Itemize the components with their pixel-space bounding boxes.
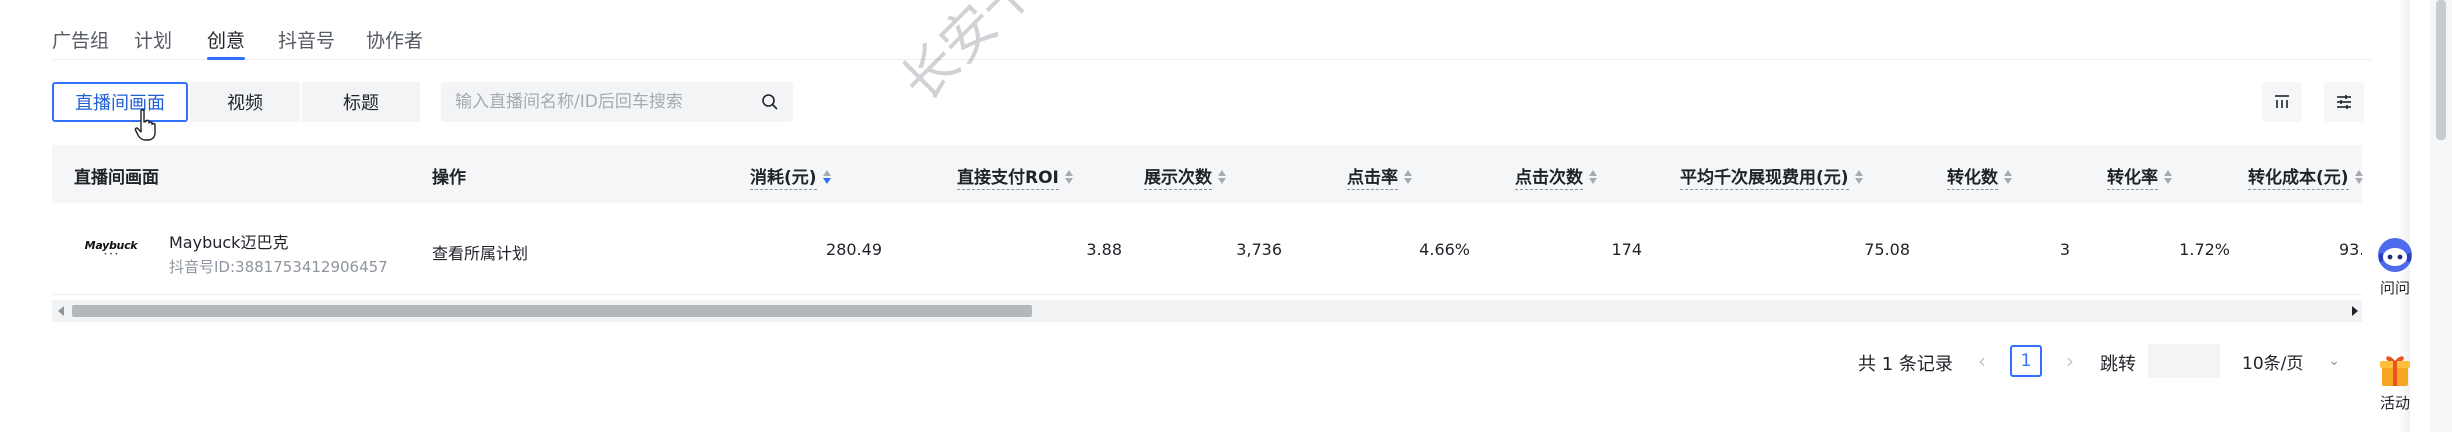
table-header: 直播间画面 操作 消耗(元) 直接支付ROI 展示次数 点击率 点击次数 平均千… <box>52 145 2363 203</box>
sort-icon[interactable] <box>1218 169 1226 184</box>
col-ctr[interactable]: 点击率 <box>1347 163 1412 190</box>
tab-bar: 广告组 计划 创意 抖音号 协作者 <box>52 0 2372 60</box>
col-cpm[interactable]: 平均千次展现费用(元) <box>1680 163 1863 190</box>
brand-logo: Maybuck • • • <box>84 239 138 258</box>
sort-icon[interactable] <box>2004 169 2012 184</box>
filter-settings-icon <box>2337 95 2351 109</box>
scroll-right-icon[interactable] <box>2352 306 2358 316</box>
scrollbar-thumb[interactable] <box>72 305 1032 317</box>
col-cpa[interactable]: 转化成本(元) <box>2248 163 2363 190</box>
cell-ctr: 4.66% <box>1419 240 1470 259</box>
sort-icon[interactable] <box>1064 169 1073 184</box>
gift-icon <box>2380 356 2410 386</box>
segment-video[interactable]: 视频 <box>190 82 300 122</box>
cell-cpm: 75.08 <box>1864 240 1910 259</box>
cell-impressions: 3,736 <box>1236 240 1282 259</box>
page-number[interactable]: 1 <box>2010 345 2042 377</box>
search-input[interactable] <box>455 92 761 112</box>
col-clicks[interactable]: 点击次数 <box>1515 163 1597 190</box>
col-room: 直播间画面 <box>74 168 159 188</box>
total-records: 共 1 条记录 <box>1858 354 1953 375</box>
sort-icon[interactable] <box>2354 169 2363 184</box>
search-box <box>441 82 793 122</box>
jump-label: 跳转 <box>2100 354 2136 375</box>
col-cost[interactable]: 消耗(元) <box>750 163 831 190</box>
activity-button[interactable]: 活动 <box>2370 350 2420 413</box>
prev-page-icon[interactable]: ‹ <box>1966 345 1998 377</box>
account-name: Maybuck迈巴克 <box>169 233 289 252</box>
horizontal-scrollbar[interactable] <box>52 300 2362 322</box>
chevron-down-icon: ⌄ <box>2328 353 2340 369</box>
cell-cvr: 1.72% <box>2179 240 2230 259</box>
column-settings-icon <box>2275 95 2289 108</box>
column-settings-button[interactable] <box>2262 82 2302 122</box>
ask-button[interactable]: 问问 <box>2370 235 2420 298</box>
filter-settings-button[interactable] <box>2324 82 2364 122</box>
tab-ad-group[interactable]: 广告组 <box>52 26 109 53</box>
jump-page-input[interactable] <box>2148 344 2220 378</box>
douyin-id: 抖音号ID:3881753412906457 <box>169 258 388 276</box>
page: 广告组 计划 创意 抖音号 协作者 直播间画面 视频 标题 输入直播间名称/ID… <box>0 0 2452 432</box>
tab-collaborator[interactable]: 协作者 <box>366 26 423 53</box>
cell-cpa: 93.50 <box>2339 240 2362 259</box>
sort-icon[interactable] <box>2164 169 2172 184</box>
cell-roi: 3.88 <box>1086 240 1122 259</box>
cell-cost: 280.49 <box>826 240 882 259</box>
sort-icon[interactable] <box>1854 169 1863 184</box>
segment-title[interactable]: 标题 <box>302 82 420 122</box>
cell-conversions: 3 <box>2059 240 2070 259</box>
table-row: Maybuck • • • Maybuck迈巴克 抖音号ID:388175341… <box>52 203 2362 295</box>
view-plan-link[interactable]: 查看所属计划 <box>432 240 528 264</box>
sort-icon[interactable] <box>822 169 831 184</box>
robot-assistant-icon <box>2378 238 2412 272</box>
search-icon[interactable] <box>761 93 779 111</box>
col-cvr[interactable]: 转化率 <box>2107 163 2172 190</box>
col-roi[interactable]: 直接支付ROI <box>957 163 1073 190</box>
col-conversions[interactable]: 转化数 <box>1947 163 2012 190</box>
vertical-scrollbar[interactable] <box>2430 0 2452 432</box>
scroll-left-icon[interactable] <box>58 306 64 316</box>
tab-creative[interactable]: 创意 <box>207 26 245 53</box>
col-impressions[interactable]: 展示次数 <box>1144 163 1226 190</box>
segment-live-room[interactable]: 直播间画面 <box>52 82 188 122</box>
vertical-scrollbar-thumb[interactable] <box>2436 0 2446 140</box>
tab-plan[interactable]: 计划 <box>134 26 172 53</box>
next-page-icon[interactable]: › <box>2054 345 2086 377</box>
tab-douyin-account[interactable]: 抖音号 <box>278 26 335 53</box>
col-action: 操作 <box>432 168 466 188</box>
cell-clicks: 174 <box>1611 240 1642 259</box>
sort-icon[interactable] <box>1589 169 1597 184</box>
page-size-select[interactable]: 10条/页 ⌄ <box>2232 344 2350 378</box>
active-tab-indicator <box>207 57 245 60</box>
sort-icon[interactable] <box>1404 169 1412 184</box>
